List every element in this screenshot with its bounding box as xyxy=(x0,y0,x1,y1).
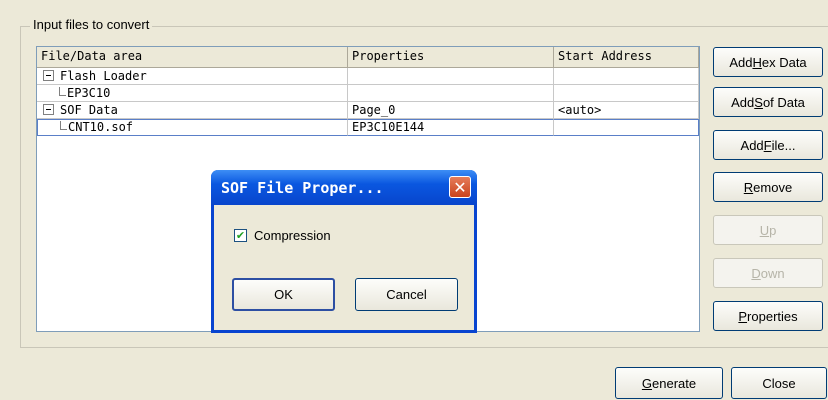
column-header-properties[interactable]: Properties xyxy=(348,47,554,68)
row-name-cell: Flash Loader xyxy=(37,68,348,85)
button-access-key: D xyxy=(751,265,761,281)
close-icon[interactable]: ✕ xyxy=(449,176,471,198)
button-access-key: H xyxy=(752,54,762,70)
collapse-icon[interactable] xyxy=(43,70,54,81)
row-properties xyxy=(348,85,554,102)
button-text: Add xyxy=(731,94,755,110)
row-name: CNT10.sof xyxy=(68,120,134,134)
list-header: File/Data area Properties Start Address xyxy=(37,47,699,68)
row-name: SOF Data xyxy=(60,103,118,117)
add-file-button[interactable]: Add File... xyxy=(713,130,823,160)
button-access-key: U xyxy=(759,222,770,238)
group-title: Input files to convert xyxy=(30,17,153,32)
button-access-key: R xyxy=(743,179,754,195)
ok-button[interactable]: OK xyxy=(232,278,335,311)
button-access-key: G xyxy=(641,375,653,391)
column-header-file-data-area[interactable]: File/Data area xyxy=(37,47,348,68)
add-sof-data-button[interactable]: Add Sof Data xyxy=(713,87,823,117)
button-text: enerate xyxy=(652,375,697,391)
row-start-address xyxy=(554,85,699,102)
button-text: emove xyxy=(753,179,793,195)
compression-option[interactable]: ✔ Compression xyxy=(234,228,331,243)
button-text: ex Data xyxy=(761,54,807,70)
button-text: roperties xyxy=(747,308,798,324)
button-access-key: S xyxy=(754,94,763,110)
row-properties: EP3C10E144 xyxy=(348,119,554,136)
button-text: ile... xyxy=(771,137,796,153)
generate-button[interactable]: Generate xyxy=(615,367,723,399)
tree-branch-icon xyxy=(59,87,66,96)
button-text: p xyxy=(769,222,777,238)
down-button[interactable]: Down xyxy=(713,258,823,288)
button-access-key: F xyxy=(763,137,772,153)
row-name: EP3C10 xyxy=(67,86,111,100)
cancel-button[interactable]: Cancel xyxy=(355,278,458,311)
tree-branch-icon xyxy=(60,121,67,130)
row-name: Flash Loader xyxy=(60,69,147,83)
up-button[interactable]: Up xyxy=(713,215,823,245)
compression-label: Compression xyxy=(254,228,331,243)
row-name-cell: CNT10.sof xyxy=(37,119,348,136)
list-row-sof-data[interactable]: SOF Data Page_0 <auto> xyxy=(37,102,699,119)
add-hex-data-button[interactable]: Add Hex Data xyxy=(713,47,823,77)
list-row-flash-loader[interactable]: Flash Loader xyxy=(37,68,699,85)
remove-button[interactable]: Remove xyxy=(713,172,823,202)
collapse-icon[interactable] xyxy=(43,104,54,115)
column-header-start-address[interactable]: Start Address xyxy=(554,47,699,68)
button-text: Add xyxy=(729,54,753,70)
row-properties xyxy=(348,68,554,85)
row-name-cell: SOF Data xyxy=(37,102,348,119)
list-row-ep3c10[interactable]: EP3C10 xyxy=(37,85,699,102)
button-text: own xyxy=(760,265,785,281)
list-row-cnt10-sof[interactable]: CNT10.sof EP3C10E144 xyxy=(37,119,699,136)
compression-checkbox[interactable]: ✔ xyxy=(234,229,247,242)
dialog-titlebar[interactable]: SOF File Proper... ✕ xyxy=(211,170,477,205)
properties-button[interactable]: Properties xyxy=(713,301,823,331)
row-start-address: <auto> xyxy=(554,102,699,119)
row-start-address xyxy=(554,119,699,136)
sof-file-properties-dialog: SOF File Proper... ✕ ✔ Compression OK Ca… xyxy=(211,170,477,333)
button-text: Add xyxy=(740,137,764,153)
dialog-title: SOF File Proper... xyxy=(221,178,384,197)
button-text: of Data xyxy=(762,94,805,110)
button-access-key: P xyxy=(738,308,748,324)
row-name-cell: EP3C10 xyxy=(37,85,348,102)
row-start-address xyxy=(554,68,699,85)
row-properties: Page_0 xyxy=(348,102,554,119)
close-button[interactable]: Close xyxy=(731,367,827,399)
